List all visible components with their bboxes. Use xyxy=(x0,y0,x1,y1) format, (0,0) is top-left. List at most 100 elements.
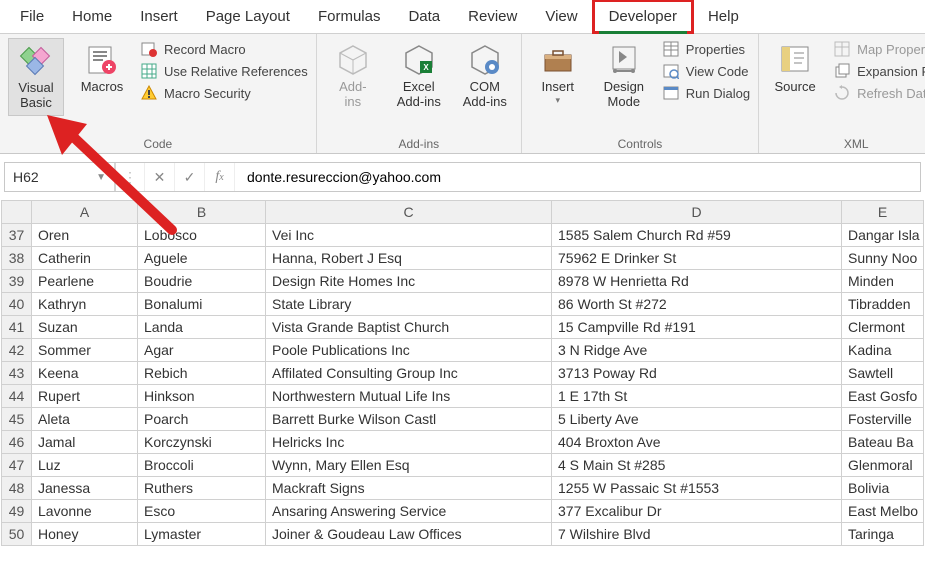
cell[interactable]: Ruthers xyxy=(138,477,266,500)
cell[interactable]: East Gosfo xyxy=(842,385,924,408)
cell[interactable]: Catherin xyxy=(32,247,138,270)
cell[interactable]: 1255 W Passaic St #1553 xyxy=(552,477,842,500)
expansion-packs-button[interactable]: Expansion Pac xyxy=(833,62,925,80)
cell[interactable]: 15 Campville Rd #191 xyxy=(552,316,842,339)
row-header[interactable]: 46 xyxy=(2,431,32,454)
column-header-E[interactable]: E xyxy=(842,201,924,224)
cell[interactable]: Honey xyxy=(32,523,138,546)
menu-home[interactable]: Home xyxy=(58,2,126,31)
cell[interactable]: Bonalumi xyxy=(138,293,266,316)
cell[interactable]: 1 E 17th St xyxy=(552,385,842,408)
cell[interactable]: Barrett Burke Wilson Castl xyxy=(266,408,552,431)
cell[interactable]: Agar xyxy=(138,339,266,362)
insert-control-button[interactable]: Insert ▾ xyxy=(530,38,586,109)
cell[interactable]: Fosterville xyxy=(842,408,924,431)
cell[interactable]: Janessa xyxy=(32,477,138,500)
cell[interactable]: State Library xyxy=(266,293,552,316)
cell[interactable]: 86 Worth St #272 xyxy=(552,293,842,316)
row-header[interactable]: 41 xyxy=(2,316,32,339)
row-header[interactable]: 39 xyxy=(2,270,32,293)
cell[interactable]: East Melbo xyxy=(842,500,924,523)
column-header-C[interactable]: C xyxy=(266,201,552,224)
menu-data[interactable]: Data xyxy=(394,2,454,31)
cell[interactable]: Esco xyxy=(138,500,266,523)
cell[interactable]: 8978 W Henrietta Rd xyxy=(552,270,842,293)
column-header-D[interactable]: D xyxy=(552,201,842,224)
cell[interactable]: 4 S Main St #285 xyxy=(552,454,842,477)
cell[interactable]: Lobosco xyxy=(138,224,266,247)
row-header[interactable]: 48 xyxy=(2,477,32,500)
cell[interactable]: Taringa xyxy=(842,523,924,546)
design-mode-button[interactable]: Design Mode xyxy=(596,38,652,114)
column-header-A[interactable]: A xyxy=(32,201,138,224)
cell[interactable]: Ansaring Answering Service xyxy=(266,500,552,523)
formula-input[interactable] xyxy=(235,163,920,191)
cell[interactable]: 3713 Poway Rd xyxy=(552,362,842,385)
cell[interactable]: 377 Excalibur Dr xyxy=(552,500,842,523)
menu-view[interactable]: View xyxy=(531,2,591,31)
cell[interactable]: Aguele xyxy=(138,247,266,270)
cell[interactable]: Broccoli xyxy=(138,454,266,477)
cell[interactable]: Bolivia xyxy=(842,477,924,500)
menu-page-layout[interactable]: Page Layout xyxy=(192,2,304,31)
row-header[interactable]: 37 xyxy=(2,224,32,247)
cell[interactable]: Sunny Noo xyxy=(842,247,924,270)
name-box[interactable]: H62 ▼ xyxy=(5,163,115,191)
cell[interactable]: Lavonne xyxy=(32,500,138,523)
cell[interactable]: Vei Inc xyxy=(266,224,552,247)
record-macro-button[interactable]: Record Macro xyxy=(140,40,308,58)
cell[interactable]: Sommer xyxy=(32,339,138,362)
macro-security-button[interactable]: Macro Security xyxy=(140,84,308,102)
xml-source-button[interactable]: Source xyxy=(767,38,823,99)
row-header[interactable]: 50 xyxy=(2,523,32,546)
menu-file[interactable]: File xyxy=(6,2,58,31)
cell[interactable]: Rupert xyxy=(32,385,138,408)
cell[interactable]: Joiner & Goudeau Law Offices xyxy=(266,523,552,546)
cell[interactable]: Suzan xyxy=(32,316,138,339)
cell[interactable]: Hanna, Robert J Esq xyxy=(266,247,552,270)
cell[interactable]: Poarch xyxy=(138,408,266,431)
menu-help[interactable]: Help xyxy=(694,2,753,31)
cancel-formula-button[interactable]: ✕ xyxy=(145,163,175,191)
cell[interactable]: 404 Broxton Ave xyxy=(552,431,842,454)
row-header[interactable]: 43 xyxy=(2,362,32,385)
cell[interactable]: Glenmoral xyxy=(842,454,924,477)
cell[interactable]: 3 N Ridge Ave xyxy=(552,339,842,362)
menu-formulas[interactable]: Formulas xyxy=(304,2,395,31)
cell[interactable]: Kadina xyxy=(842,339,924,362)
cell[interactable]: Sawtell xyxy=(842,362,924,385)
cell[interactable]: Luz xyxy=(32,454,138,477)
refresh-data-button[interactable]: Refresh Data xyxy=(833,84,925,102)
view-code-button[interactable]: View Code xyxy=(662,62,750,80)
cell[interactable]: 1585 Salem Church Rd #59 xyxy=(552,224,842,247)
cell[interactable]: Pearlene xyxy=(32,270,138,293)
cell[interactable]: 7 Wilshire Blvd xyxy=(552,523,842,546)
cell[interactable]: Vista Grande Baptist Church xyxy=(266,316,552,339)
cell[interactable]: Clermont xyxy=(842,316,924,339)
cell[interactable]: Northwestern Mutual Life Ins xyxy=(266,385,552,408)
cell[interactable]: Lymaster xyxy=(138,523,266,546)
row-header[interactable]: 44 xyxy=(2,385,32,408)
column-header-B[interactable]: B xyxy=(138,201,266,224)
cell[interactable]: Minden xyxy=(842,270,924,293)
row-header[interactable]: 45 xyxy=(2,408,32,431)
visual-basic-button[interactable]: Visual Basic xyxy=(8,38,64,116)
cell[interactable]: Hinkson xyxy=(138,385,266,408)
cell[interactable]: Boudrie xyxy=(138,270,266,293)
cell[interactable]: Design Rite Homes Inc xyxy=(266,270,552,293)
map-properties-button[interactable]: Map Properties xyxy=(833,40,925,58)
cell[interactable]: Rebich xyxy=(138,362,266,385)
cell[interactable]: Tibradden xyxy=(842,293,924,316)
cell[interactable]: Oren xyxy=(32,224,138,247)
row-header[interactable]: 47 xyxy=(2,454,32,477)
row-header[interactable]: 38 xyxy=(2,247,32,270)
cell[interactable]: Poole Publications Inc xyxy=(266,339,552,362)
cell[interactable]: 75962 E Drinker St xyxy=(552,247,842,270)
chevron-down-icon[interactable]: ▼ xyxy=(96,172,106,183)
excel-addins-button[interactable]: X Excel Add-ins xyxy=(391,38,447,114)
menu-developer[interactable]: Developer xyxy=(592,0,694,34)
cell[interactable]: Affilated Consulting Group Inc xyxy=(266,362,552,385)
cell[interactable]: Keena xyxy=(32,362,138,385)
cell[interactable]: Korczynski xyxy=(138,431,266,454)
com-addins-button[interactable]: COM Add-ins xyxy=(457,38,513,114)
